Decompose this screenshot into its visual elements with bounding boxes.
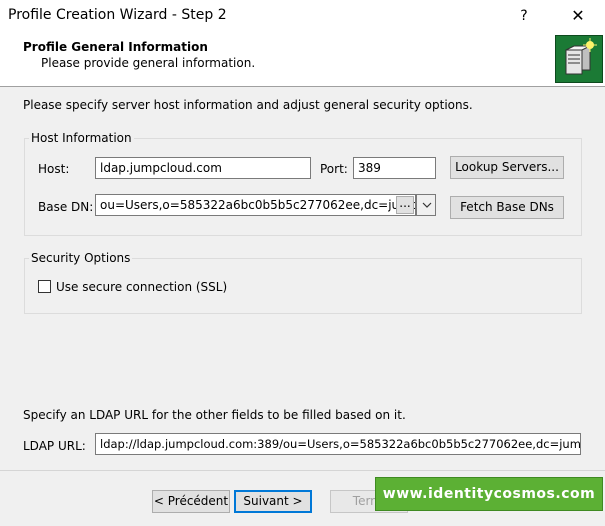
help-button[interactable]: ? [512,4,536,28]
chevron-down-icon [422,202,432,208]
security-options-title: Security Options [29,251,133,265]
title-bar: Profile Creation Wizard - Step 2 ? ✕ [0,0,605,32]
close-button[interactable]: ✕ [566,4,590,28]
base-dn-dropdown-button[interactable] [416,194,436,216]
ldap-instruction: Specify an LDAP URL for the other fields… [23,408,406,422]
header-title: Profile General Information [23,40,208,54]
host-label: Host: [38,162,70,176]
wizard-header: Profile General Information Please provi… [0,32,605,87]
server-wizard-icon [555,35,603,83]
host-information-title: Host Information [29,131,134,145]
ssl-checkbox[interactable] [38,280,51,293]
base-dn-combobox[interactable]: ou=Users,o=585322a6bc0b5b5c277062ee,dc=j… [95,194,416,216]
window-title: Profile Creation Wizard - Step 2 [8,7,227,23]
header-subtitle: Please provide general information. [41,56,256,70]
ldap-url-input[interactable]: ldap://ldap.jumpcloud.com:389/ou=Users,o… [95,433,581,455]
base-dn-label: Base DN: [38,200,94,214]
back-button[interactable]: < Précédent [152,490,230,513]
ssl-label[interactable]: Use secure connection (SSL) [56,280,227,294]
ldap-url-label: LDAP URL: [23,439,86,453]
browse-base-dn-button[interactable]: ... [396,196,414,214]
footer-divider [0,470,605,471]
page-description: Please specify server host information a… [23,98,473,112]
watermark-text: www.identitycosmos.com [382,486,596,502]
port-input[interactable]: 389 [353,157,436,179]
next-button[interactable]: Suivant > [234,490,312,513]
lookup-servers-button[interactable]: Lookup Servers... [450,156,564,179]
watermark-banner: www.identitycosmos.com [375,477,603,511]
host-input[interactable]: ldap.jumpcloud.com [95,157,311,179]
fetch-base-dns-button[interactable]: Fetch Base DNs [450,196,564,219]
port-label: Port: [320,162,348,176]
host-information-group [24,138,582,236]
